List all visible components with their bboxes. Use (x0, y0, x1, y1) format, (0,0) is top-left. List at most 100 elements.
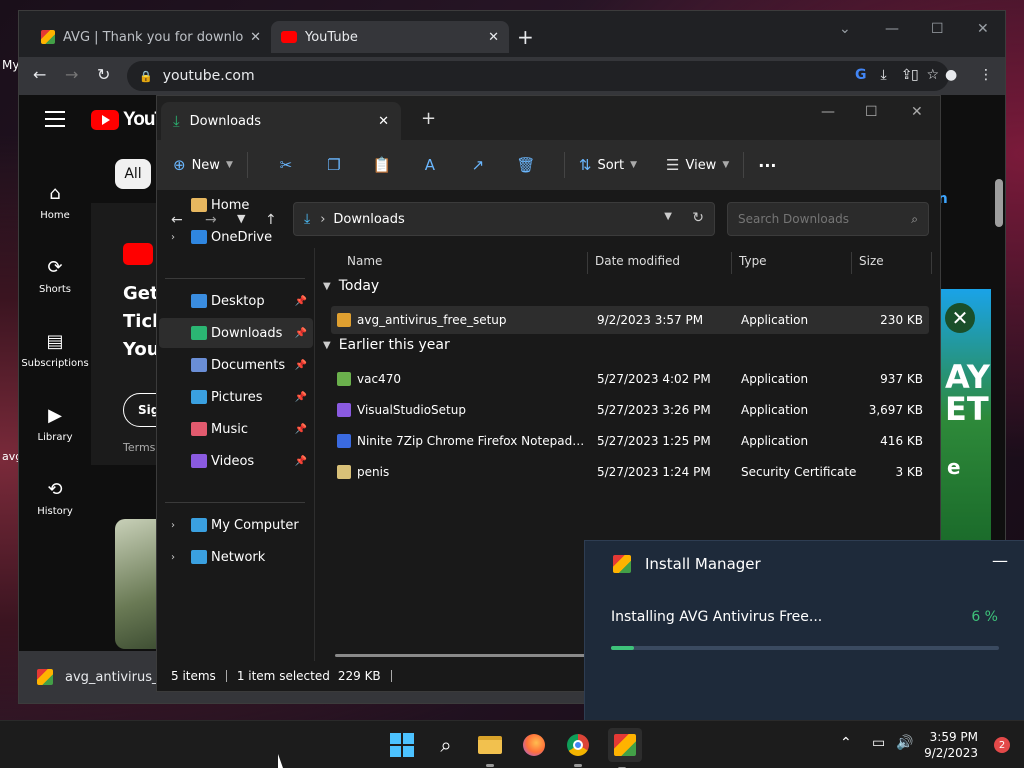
new-tab-button[interactable]: + (421, 108, 436, 129)
clock[interactable]: 3:59 PM 9/2/2023 (924, 729, 978, 761)
tab-downloads[interactable]: ⤓ Downloads ✕ (161, 102, 401, 140)
column-header-type[interactable]: Type (739, 248, 767, 274)
minimize-button[interactable]: — (992, 551, 1008, 570)
cut-icon[interactable]: ✂ (262, 156, 310, 174)
chip-all[interactable]: All (115, 159, 151, 189)
reload-button[interactable]: ↻ (97, 65, 110, 84)
chevron-up-icon[interactable]: ⌃ (840, 735, 852, 751)
chevron-down-icon[interactable]: ▼ (323, 340, 331, 351)
more-options-button[interactable]: ··· (758, 156, 776, 175)
view-button[interactable]: ☰ View ▼ (666, 156, 729, 174)
nav-item-pictures[interactable]: Pictures 📌 (159, 382, 313, 412)
sidebar-item-shorts[interactable]: ⟳ Shorts (19, 239, 91, 313)
address-bar[interactable]: 🔒 youtube.com G ⤓ ⇪ ☆ (127, 61, 949, 91)
address-bar[interactable]: ⤓ › Downloads ▼ ↻ (293, 202, 715, 236)
close-window-button[interactable]: ✕ (977, 21, 989, 37)
minimize-button[interactable]: — (821, 104, 835, 120)
rename-icon[interactable]: A (406, 156, 454, 174)
sidebar-item-home[interactable]: ⌂ Home (19, 165, 91, 239)
column-divider[interactable] (851, 252, 852, 274)
close-icon[interactable]: ✕ (488, 30, 499, 45)
google-icon[interactable]: G (855, 67, 867, 83)
forward-button[interactable]: → (65, 65, 78, 84)
refresh-icon[interactable]: ↻ (692, 210, 704, 226)
nav-item-videos[interactable]: Videos 📌 (159, 446, 313, 476)
delete-icon[interactable]: 🗑 (502, 156, 550, 174)
copy-icon[interactable]: ❐ (310, 156, 358, 174)
menu-icon[interactable]: ⋮ (979, 67, 993, 83)
nav-item-documents[interactable]: Documents 📌 (159, 350, 313, 380)
sidebar-item-history[interactable]: ⟲ History (19, 461, 91, 535)
file-explorer-icon[interactable] (476, 731, 504, 767)
sort-button[interactable]: ⇅ Sort ▼ (579, 156, 637, 174)
nav-item-network[interactable]: › Network (159, 542, 313, 572)
minimize-button[interactable]: — (885, 21, 899, 37)
file-row[interactable]: Ninite 7Zip Chrome Firefox Notepad Insta… (331, 427, 929, 455)
notification-badge[interactable]: 2 (994, 737, 1010, 753)
terms-link[interactable]: Terms (123, 441, 155, 454)
new-tab-button[interactable]: + (517, 25, 534, 49)
maximize-button[interactable]: ☐ (865, 104, 878, 120)
chevron-right-icon[interactable]: › (171, 520, 175, 531)
nav-item-downloads[interactable]: Downloads 📌 (159, 318, 313, 348)
breadcrumb[interactable]: Downloads (333, 212, 404, 227)
network-icon[interactable]: ▭ (872, 735, 885, 751)
pin-icon[interactable]: 📌 (295, 296, 307, 307)
sidebar-item-subscriptions[interactable]: ▤ Subscriptions (19, 313, 91, 387)
nav-item-music[interactable]: Music 📌 (159, 414, 313, 444)
column-header-name[interactable]: Name (347, 248, 382, 274)
close-icon[interactable]: ✕ (250, 30, 261, 45)
install-icon[interactable]: ⤓ (881, 67, 887, 83)
share-icon[interactable]: ↗ (454, 156, 502, 174)
pin-icon[interactable]: 📌 (295, 360, 307, 371)
file-row[interactable]: VisualStudioSetup 5/27/2023 3:26 PM Applic… (331, 396, 929, 424)
column-divider[interactable] (731, 252, 732, 274)
sidebar-item-library[interactable]: ▶ Library (19, 387, 91, 461)
paste-icon[interactable]: 📋 (358, 156, 406, 174)
firefox-icon[interactable] (520, 731, 548, 759)
download-item[interactable]: avg_antivirus_fr (65, 670, 168, 685)
close-icon[interactable]: ✕ (378, 114, 389, 129)
tab-youtube[interactable]: YouTube ✕ (271, 21, 509, 53)
nav-item-desktop[interactable]: Desktop 📌 (159, 286, 313, 316)
search-input[interactable] (738, 212, 912, 226)
chevron-down-icon[interactable]: ▼ (323, 281, 331, 292)
new-button[interactable]: ⊕ New ▼ (173, 156, 233, 174)
file-row[interactable]: vac470 5/27/2023 4:02 PM Application 937 KB (331, 365, 929, 393)
column-header-size[interactable]: Size (859, 248, 884, 274)
nav-item-onedrive[interactable]: › OneDrive (159, 222, 313, 252)
volume-icon[interactable]: 🔊 (896, 735, 913, 751)
pin-icon[interactable]: 📌 (295, 456, 307, 467)
group-header[interactable]: ▼ Today (323, 278, 379, 294)
horizontal-scrollbar[interactable] (335, 654, 587, 657)
column-divider[interactable] (587, 252, 588, 274)
group-header[interactable]: ▼ Earlier this year (323, 337, 450, 353)
chevron-down-icon[interactable]: ⌄ (839, 21, 851, 37)
start-button[interactable] (388, 731, 416, 759)
file-row[interactable]: penis 5/27/2023 1:24 PM Security Certifica… (331, 458, 929, 486)
pin-icon[interactable]: 📌 (295, 424, 307, 435)
column-divider[interactable] (931, 252, 932, 274)
maximize-button[interactable]: ☐ (931, 21, 944, 37)
bookmark-star-icon[interactable]: ☆ (926, 67, 939, 83)
chevron-down-icon[interactable]: ▼ (664, 211, 672, 222)
side-panel-icon[interactable]: ▯ (911, 67, 919, 83)
scrollbar[interactable] (995, 179, 1003, 227)
pin-icon[interactable]: 📌 (295, 328, 307, 339)
file-row[interactable]: avg_antivirus_free_setup 9/2/2023 3:57 PM… (331, 306, 929, 334)
pin-icon[interactable]: 📌 (295, 392, 307, 403)
nav-item-home[interactable]: Home (159, 190, 313, 220)
tab-avg[interactable]: AVG | Thank you for downloading ✕ (31, 21, 271, 53)
close-icon[interactable]: ✕ (945, 303, 975, 333)
hamburger-icon[interactable] (45, 111, 65, 132)
close-window-button[interactable]: ✕ (911, 104, 923, 120)
avg-installer-icon[interactable] (608, 728, 642, 768)
column-header-date[interactable]: Date modified (595, 248, 680, 274)
search-icon[interactable]: ⌕ (432, 731, 460, 759)
search-box[interactable]: ⌕ (727, 202, 929, 236)
back-button[interactable]: ← (33, 65, 46, 84)
chevron-right-icon[interactable]: › (171, 552, 175, 563)
chrome-icon[interactable] (564, 731, 592, 767)
profile-icon[interactable]: ● (945, 67, 957, 83)
ad-banner[interactable]: ✕ AY ET e (941, 289, 991, 547)
